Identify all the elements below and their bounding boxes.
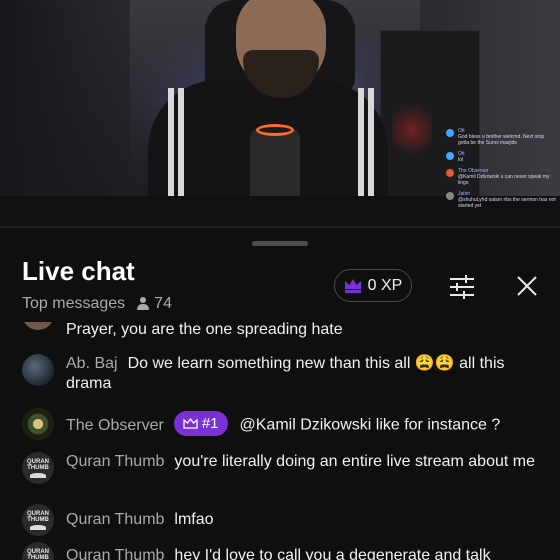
overlay-text: @Kamil Dzikowski u can never speak my li…: [458, 174, 550, 186]
chat-message[interactable]: QURAN THUMB Quran Thumb hey I'd love to c…: [22, 542, 540, 560]
microphone-light: [256, 124, 294, 136]
avatar[interactable]: [22, 408, 54, 440]
overlay-message: The Observer @Kamil Dzikowski u can neve…: [446, 168, 556, 186]
avatar: [446, 192, 454, 200]
avatar[interactable]: QURAN THUMB: [22, 542, 54, 560]
avatar: [446, 129, 454, 137]
viewer-count: 74: [137, 295, 172, 313]
overlay-text: lol: [458, 157, 464, 163]
xp-button[interactable]: 0 XP: [334, 269, 412, 302]
crown-icon: [344, 278, 361, 293]
message-author[interactable]: Quran Thumb: [66, 453, 164, 470]
message-author[interactable]: The Observer: [66, 417, 164, 434]
filter-button[interactable]: [447, 272, 477, 302]
avatar[interactable]: QURAN THUMB: [22, 504, 54, 536]
dome-icon: [30, 472, 46, 478]
message-author[interactable]: Quran Thumb: [66, 511, 164, 528]
drag-handle[interactable]: [252, 241, 308, 246]
chat-message[interactable]: Ab. Baj Do we learn something new than th…: [22, 354, 540, 396]
message-text: you're literally doing an entire live st…: [174, 453, 535, 470]
stream-video[interactable]: Ott God bless u brother welcmd. Next sto…: [0, 0, 560, 226]
avatar[interactable]: [22, 322, 54, 330]
avatar-text: THUMB: [27, 464, 49, 471]
overlay-message: Jatim @shuhuLyhd salam ribs the sermon h…: [446, 191, 556, 209]
chat-message[interactable]: QURAN THUMB Quran Thumb you're literally …: [22, 452, 540, 494]
message-author[interactable]: Quran Thumb: [66, 547, 164, 560]
panel-title: Live chat: [22, 256, 135, 286]
chat-mode-selector[interactable]: Top messages 74: [22, 295, 172, 313]
chat-message[interactable]: The Observer #1 @Kamil Dzikowski like for …: [22, 408, 540, 440]
dome-icon: [30, 524, 46, 530]
avatar: [446, 169, 454, 177]
avatar-text: THUMB: [27, 516, 49, 523]
avatar[interactable]: [22, 354, 54, 386]
message-text: lmfao: [174, 511, 214, 528]
message-text: @Kamil Dzikowski like for instance ?: [239, 416, 501, 434]
shelf-light: [392, 100, 432, 160]
live-chat-panel: Live chat Top messages 74 0 XP Prayer, y…: [0, 226, 560, 560]
avatar: [446, 152, 454, 160]
overlay-text: God bless u brother welcmd. Next stop go…: [458, 134, 545, 146]
overlay-text: @shuhuLyhd salam ribs the sermon has not…: [458, 197, 556, 209]
viewer-count-value: 74: [154, 295, 172, 312]
sliders-icon: [450, 275, 474, 299]
message-text: Prayer, you are the one spreading hate: [66, 322, 343, 338]
chat-message-list[interactable]: Prayer, you are the one spreading hate A…: [0, 322, 560, 560]
message-text: Do we learn something new than this all …: [66, 355, 505, 392]
xp-label: 0 XP: [367, 276, 403, 294]
badge-rank: #1: [201, 414, 219, 432]
room-shadow: [0, 0, 130, 226]
close-icon: [517, 276, 537, 296]
chat-message[interactable]: QURAN THUMB Quran Thumb lmfao: [22, 504, 540, 536]
avatar[interactable]: QURAN THUMB: [22, 452, 54, 484]
person-icon: [137, 297, 150, 311]
close-button[interactable]: [513, 272, 541, 300]
overlay-message: Ott God bless u brother welcmd. Next sto…: [446, 128, 556, 146]
chat-mode-label[interactable]: Top messages: [22, 295, 125, 313]
avatar-text: THUMB: [27, 554, 49, 560]
message-text: hey I'd love to call you a degenerate an…: [174, 547, 491, 560]
message-author[interactable]: Ab. Baj: [66, 355, 118, 372]
overlay-message: Ott lol: [446, 151, 556, 163]
leaderboard-badge: #1: [173, 411, 228, 436]
crown-icon: [183, 417, 198, 429]
chat-message[interactable]: Prayer, you are the one spreading hate: [22, 322, 540, 342]
stream-overlay-chat: Ott God bless u brother welcmd. Next sto…: [446, 128, 556, 214]
